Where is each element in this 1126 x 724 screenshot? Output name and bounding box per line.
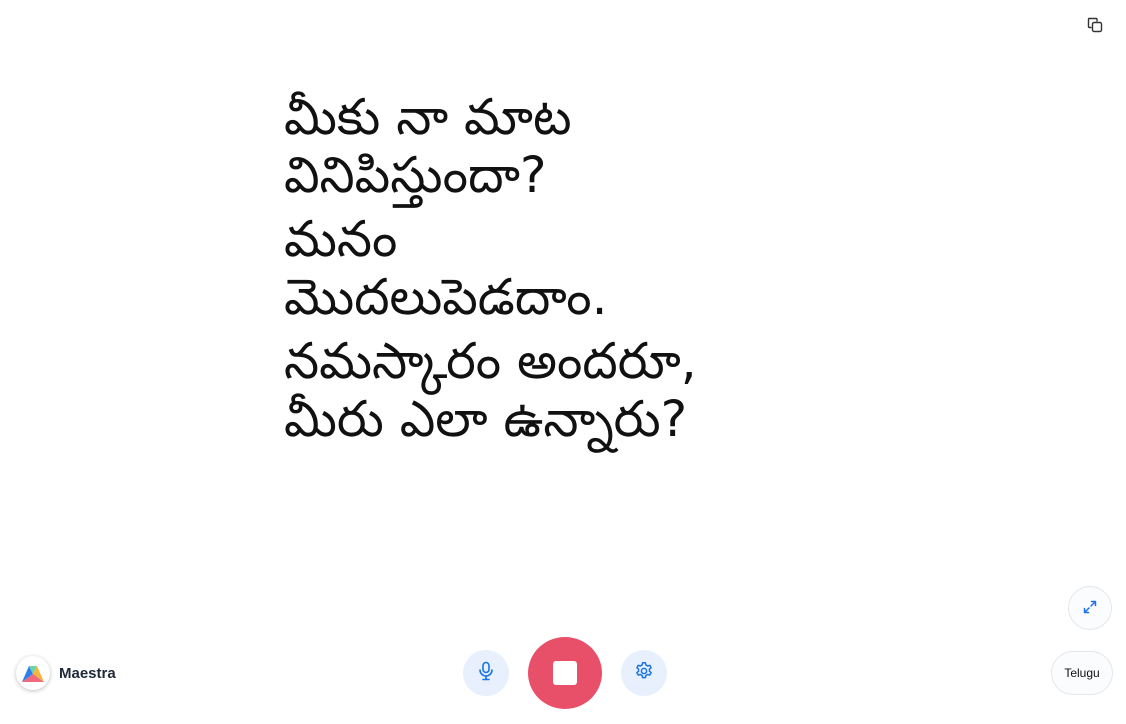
copy-button[interactable] (1082, 14, 1108, 40)
caption-block: మీకు నా మాట వినిపిస్తుందా? (284, 88, 984, 204)
brand-name: Maestra (59, 664, 116, 682)
caption-line: మనం (284, 210, 398, 268)
fullscreen-button[interactable] (1068, 586, 1112, 630)
recording-controls (462, 637, 668, 709)
copy-icon (1087, 17, 1103, 37)
stop-recording-button[interactable] (528, 637, 602, 709)
caption-block: నమస్కారం అందరూ, మీరు ఎలా ఉన్నారు? (284, 332, 984, 448)
caption-line: వినిపిస్తుందా? (284, 146, 547, 204)
caption-line: మీకు నా మాట (284, 88, 572, 146)
brand: Maestra (16, 656, 116, 690)
maestra-logo (16, 656, 50, 690)
caption-line: నమస్కారం అందరూ, (284, 332, 697, 390)
app-window: మీకు నా మాట వినిపిస్తుందా? మనం మొదలుపెడద… (0, 0, 1126, 724)
gear-icon (634, 661, 654, 685)
microphone-icon (477, 661, 495, 685)
caption-line: మీరు ఎలా ఉన్నారు? (284, 390, 688, 448)
transcript-area: మీకు నా మాట వినిపిస్తుందా? మనం మొదలుపెడద… (284, 88, 984, 454)
settings-button[interactable] (621, 650, 667, 696)
stop-icon (553, 661, 577, 685)
expand-icon (1083, 599, 1097, 618)
microphone-button[interactable] (463, 650, 509, 696)
language-selector[interactable]: Telugu (1051, 651, 1113, 695)
caption-line: మొదలుపెడదాం. (284, 268, 608, 326)
caption-block: మనం మొదలుపెడదాం. (284, 210, 984, 326)
